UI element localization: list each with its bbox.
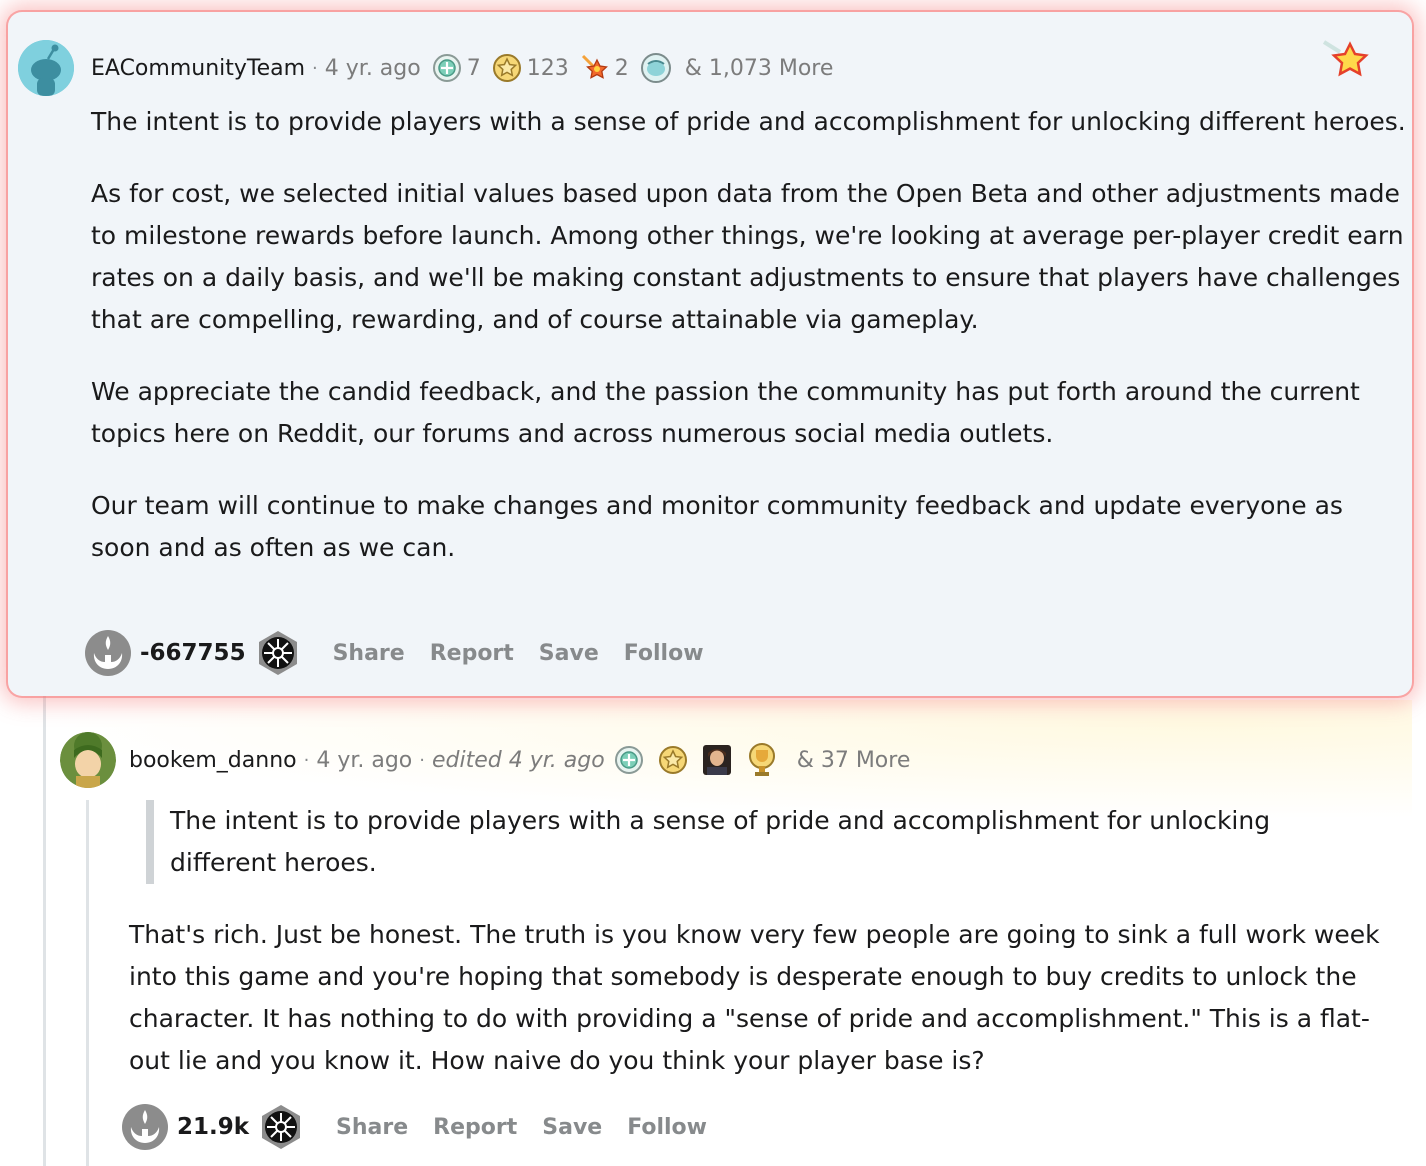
separator-dot: · bbox=[303, 749, 310, 771]
wholesome-award-icon[interactable] bbox=[657, 744, 689, 776]
snoo-avatar-icon bbox=[18, 40, 74, 96]
blockquote: The intent is to provide players with a … bbox=[146, 800, 1409, 884]
comment-paragraph: That's rich. Just be honest. The truth i… bbox=[129, 920, 1380, 1075]
comment-author[interactable]: EACommunityTeam bbox=[91, 56, 305, 81]
all-seeing-star-award-icon[interactable] bbox=[579, 52, 611, 84]
report-button[interactable]: Report bbox=[430, 641, 514, 666]
award-count: 7 bbox=[466, 55, 481, 81]
upvote-rebel-icon[interactable] bbox=[121, 1103, 169, 1151]
downvote-empire-icon[interactable] bbox=[256, 630, 300, 676]
award-count: 2 bbox=[614, 55, 629, 81]
facepalm-award-icon[interactable] bbox=[639, 51, 673, 85]
avatar[interactable] bbox=[18, 40, 74, 96]
quoted-text: The intent is to provide players with a … bbox=[170, 806, 1271, 877]
reply-avatar[interactable] bbox=[60, 732, 116, 788]
share-button[interactable]: Share bbox=[336, 1115, 408, 1140]
top-comment-actions: -667755 Share Report Save Follow bbox=[84, 628, 704, 678]
reply-actions: 21.9k Share Report Save Follow bbox=[121, 1102, 707, 1152]
reply-meta: bookem_danno · 4 yr. ago · edited 4 yr. … bbox=[129, 740, 910, 780]
vote-score: -667755 bbox=[140, 640, 246, 666]
comment-paragraph: As for cost, we selected initial values … bbox=[91, 179, 1404, 334]
comment-paragraph: The intent is to provide players with a … bbox=[91, 107, 1406, 136]
save-button[interactable]: Save bbox=[539, 641, 599, 666]
comment-timestamp[interactable]: 4 yr. ago bbox=[316, 748, 412, 773]
avatar-character-icon bbox=[60, 732, 116, 788]
more-awards-link[interactable]: & 37 More bbox=[797, 748, 911, 773]
comment-author[interactable]: bookem_danno bbox=[129, 748, 297, 773]
award-count: 123 bbox=[526, 55, 569, 81]
downvote-empire-icon[interactable] bbox=[259, 1104, 303, 1150]
follow-button[interactable]: Follow bbox=[627, 1115, 707, 1140]
comment-paragraph: Our team will continue to make changes a… bbox=[91, 491, 1343, 562]
comment-paragraph: We appreciate the candid feedback, and t… bbox=[91, 377, 1360, 448]
edited-timestamp: edited 4 yr. ago bbox=[432, 747, 605, 773]
gold-trophy-award-icon[interactable] bbox=[745, 742, 779, 778]
share-button[interactable]: Share bbox=[333, 641, 405, 666]
upvote-rebel-icon[interactable] bbox=[84, 629, 132, 677]
award-star-icon[interactable] bbox=[1322, 38, 1372, 88]
wholesome-award-icon[interactable] bbox=[491, 52, 523, 84]
comment-timestamp[interactable]: 4 yr. ago bbox=[325, 56, 421, 81]
top-comment-meta: EACommunityTeam · 4 yr. ago 7 123 2 & 1,… bbox=[91, 48, 833, 88]
save-button[interactable]: Save bbox=[542, 1115, 602, 1140]
separator-dot: · bbox=[419, 749, 426, 771]
helpful-award-icon[interactable] bbox=[431, 52, 463, 84]
thread-line-reply[interactable] bbox=[86, 800, 89, 1166]
more-awards-link[interactable]: & 1,073 More bbox=[685, 56, 834, 81]
character-portrait-award-icon[interactable] bbox=[701, 743, 733, 777]
separator-dot: · bbox=[312, 57, 318, 79]
reply-body: The intent is to provide players with a … bbox=[129, 800, 1409, 1082]
follow-button[interactable]: Follow bbox=[624, 641, 704, 666]
vote-score: 21.9k bbox=[177, 1114, 250, 1140]
top-comment-body: The intent is to provide players with a … bbox=[91, 101, 1406, 569]
helpful-award-icon[interactable] bbox=[613, 744, 645, 776]
report-button[interactable]: Report bbox=[433, 1115, 517, 1140]
